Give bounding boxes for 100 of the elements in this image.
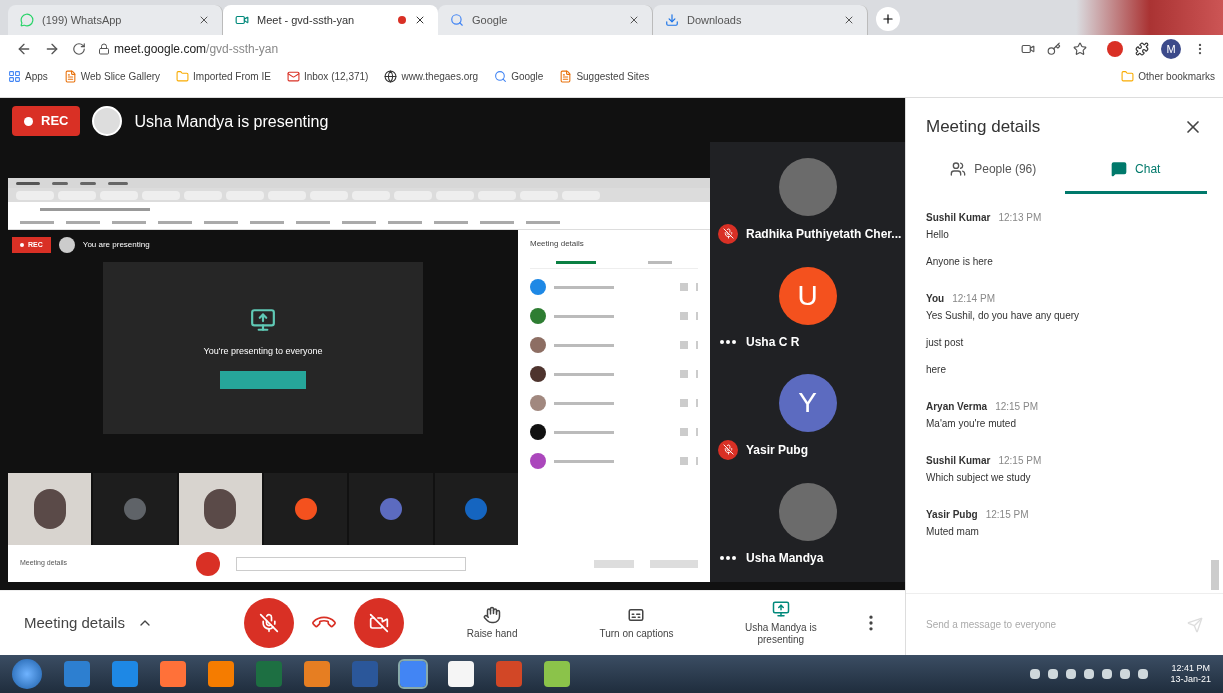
microphone-button[interactable] bbox=[244, 598, 294, 648]
forward-icon[interactable] bbox=[44, 41, 60, 57]
message-text: Yes Sushil, do you have any query bbox=[926, 308, 1081, 323]
close-icon[interactable] bbox=[198, 14, 210, 26]
camera-button[interactable] bbox=[354, 598, 404, 648]
download-icon bbox=[665, 13, 679, 27]
reload-icon[interactable] bbox=[72, 42, 86, 56]
meeting-details-button[interactable]: Meeting details bbox=[24, 611, 244, 635]
blurred-label-drawing bbox=[108, 181, 128, 185]
plus-icon bbox=[881, 12, 895, 26]
message-sender: Aryan Verma bbox=[926, 399, 988, 414]
page-icon bbox=[63, 69, 77, 83]
chat-bubble-icon bbox=[20, 13, 34, 27]
message-sender: Sushil Kumar bbox=[926, 210, 991, 225]
message-text: Ma'am you're muted bbox=[926, 416, 1017, 431]
panel-title: Meeting details bbox=[926, 116, 1041, 138]
participant-name: Radhika Puthiyetath Cher... bbox=[746, 225, 902, 243]
profile-avatar[interactable]: M bbox=[1161, 39, 1181, 59]
toolbar-action-button[interactable]: Usha Mandya is presenting bbox=[730, 599, 831, 647]
message-time: 12:15 PM bbox=[998, 453, 1042, 468]
bookmark-link[interactable]: Suggested Sites bbox=[559, 68, 650, 84]
avatar-drawing bbox=[124, 498, 146, 520]
bookmark-link[interactable]: Inbox (12,371) bbox=[286, 68, 369, 84]
video-camera-icon bbox=[235, 13, 249, 27]
close-icon[interactable] bbox=[414, 14, 426, 26]
message-text: Hello bbox=[926, 227, 950, 242]
message-text: Anyone is here bbox=[926, 254, 994, 269]
panel-tab[interactable]: Chat bbox=[1064, 147, 1207, 194]
presenting-message: You're presenting to everyone bbox=[203, 345, 323, 359]
scrollbar-thumb[interactable] bbox=[1211, 560, 1219, 590]
browser-tab[interactable]: (199) WhatsApp bbox=[8, 5, 223, 35]
browser-tab[interactable]: Google bbox=[438, 5, 653, 35]
bookmark-link[interactable]: Google bbox=[494, 68, 544, 84]
bookmark-link[interactable]: Other bookmarks bbox=[1121, 68, 1215, 84]
camera-icon[interactable] bbox=[1021, 42, 1035, 56]
presenting-drawing bbox=[650, 559, 698, 568]
panel-title: Meeting details bbox=[530, 238, 585, 250]
grid-icon bbox=[8, 69, 21, 83]
bookmark-link[interactable]: Apps bbox=[8, 68, 48, 84]
message-sender: Yasir Pubg bbox=[926, 507, 978, 522]
lock-icon bbox=[98, 43, 110, 55]
message-text: here bbox=[926, 362, 947, 377]
url-text[interactable]: meet.google.com/gvd-ssth-yan bbox=[114, 40, 1009, 58]
rec-badge: REC bbox=[12, 106, 81, 136]
star-icon[interactable] bbox=[1073, 42, 1087, 56]
hand-icon bbox=[483, 605, 502, 624]
close-icon[interactable] bbox=[843, 14, 855, 26]
participant-avatar: U bbox=[778, 266, 837, 325]
search-icon bbox=[494, 69, 508, 83]
presenter-title: Usha Mandya is presenting bbox=[134, 112, 329, 132]
message-time: 12:13 PM bbox=[998, 210, 1042, 225]
toolbar-action-button[interactable]: Turn on captions bbox=[586, 605, 687, 641]
stop-presenting-button[interactable] bbox=[220, 370, 306, 389]
present-screen-icon bbox=[250, 307, 276, 334]
close-icon[interactable] bbox=[628, 14, 640, 26]
blurred-label-drawing bbox=[16, 181, 40, 185]
browser-tab[interactable]: Downloads bbox=[653, 5, 868, 35]
message-sender: Sushil Kumar bbox=[926, 453, 991, 468]
bookmark-link[interactable]: www.thegaes.org bbox=[384, 68, 479, 84]
chat-bubble-icon bbox=[1111, 161, 1128, 177]
message-text: just post bbox=[926, 335, 965, 350]
message-text: Muted mam bbox=[926, 524, 980, 539]
browser-tab[interactable]: Meet - gvd-ssth-yan bbox=[223, 5, 438, 35]
message-input[interactable]: Send a message to everyone bbox=[926, 617, 1179, 632]
presenting-status: You are presenting bbox=[82, 239, 150, 251]
participant-name: Usha C R bbox=[746, 333, 800, 351]
message-time: 12:15 PM bbox=[985, 507, 1029, 522]
avatar bbox=[58, 237, 75, 253]
participant-avatar: Y bbox=[778, 373, 837, 432]
panel-tab[interactable]: People (96) bbox=[922, 147, 1065, 194]
avatar-drawing bbox=[465, 498, 488, 520]
page-icon bbox=[559, 69, 573, 83]
clock-time: 12:41 PM bbox=[1171, 662, 1210, 674]
back-icon[interactable] bbox=[16, 41, 32, 57]
key-icon[interactable] bbox=[1047, 42, 1061, 56]
presenter-avatar bbox=[92, 106, 123, 136]
people-icon bbox=[950, 161, 967, 177]
bookmark-link[interactable]: Web Slice Gallery bbox=[63, 68, 161, 84]
new-tab-button[interactable] bbox=[876, 7, 900, 31]
toolbar-action-button[interactable]: Raise hand bbox=[442, 605, 543, 641]
photo-placeholder bbox=[33, 489, 66, 529]
message-time: 12:15 PM bbox=[995, 399, 1038, 414]
folder-icon bbox=[1121, 69, 1135, 83]
captions-drawing bbox=[594, 559, 634, 568]
microphone-off-icon bbox=[259, 613, 279, 633]
folder-icon bbox=[176, 69, 190, 83]
blurred-label-drawing bbox=[80, 181, 96, 185]
participant-name: Yasir Pubg bbox=[746, 441, 809, 459]
clock-date: 13-Jan-21 bbox=[1170, 674, 1211, 686]
camera-off-icon bbox=[369, 613, 389, 633]
globe-icon bbox=[384, 69, 398, 83]
avatar-drawing bbox=[379, 498, 402, 520]
puzzle-icon[interactable] bbox=[1135, 42, 1149, 56]
photo-placeholder bbox=[204, 489, 237, 529]
present-screen-icon bbox=[771, 599, 790, 618]
bookmark-link[interactable]: Imported From IE bbox=[176, 68, 271, 84]
blurred-label-drawing bbox=[52, 181, 68, 185]
message-time: 12:14 PM bbox=[952, 291, 995, 306]
mail-icon bbox=[286, 69, 300, 83]
start-button[interactable] bbox=[12, 659, 42, 689]
